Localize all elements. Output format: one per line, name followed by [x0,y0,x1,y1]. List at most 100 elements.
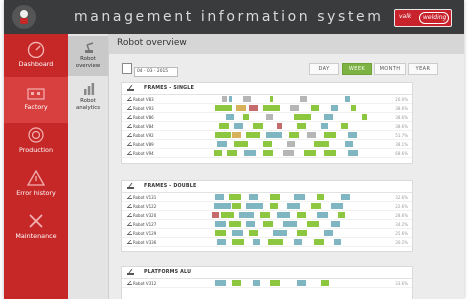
timeline-segment [239,212,255,218]
main-content: 04 - 03 - 2015 DAY WEEK MONTH YEAR FRAME… [109,54,464,299]
robot-row[interactable]: Robot V93 38.6% [122,104,412,113]
timeline-segment [324,150,337,156]
sidebar-item-maintenance[interactable]: Maintenance [4,206,68,252]
app-title: management information system [74,9,384,25]
period-day-button[interactable]: DAY [309,63,339,75]
panel-frames-single: FRAMES - SINGLE Robot V83 20.0% Robot V93 3… [121,82,413,164]
panel-frames-double: FRAMES - DOUBLE Robot V131 32.6% Robot V12… [121,180,413,252]
sidebar-item-dashboard[interactable]: Dashboard [4,34,68,80]
timeline-segment [249,105,258,111]
sidebar-item-production[interactable]: Production [4,120,68,166]
subnav-item-robot-analytics[interactable]: Robot analytics [68,78,108,118]
robot-row[interactable]: Robot V122 22.6% [122,202,412,211]
timeline-segment [331,221,340,227]
timeline-segment [222,96,228,102]
robot-row[interactable]: Robot V84 38.6% [122,122,412,131]
status-timeline [212,239,382,245]
timeline-segment [293,194,306,200]
timeline-segment [217,239,226,245]
robot-arm-icon [127,142,132,146]
status-timeline [212,194,382,200]
robot-row[interactable]: Robot V83 20.0% [122,95,412,104]
timeline-segment [249,230,258,236]
robot-row[interactable]: Robot V86 38.6% [122,113,412,122]
timeline-segment [324,132,337,138]
timeline-segment [246,132,260,138]
timeline-segment [232,132,241,138]
sidebar-item-factory[interactable]: Factory [4,77,68,123]
timeline-segment [331,203,343,209]
timeline-segment [246,221,255,227]
robot-row[interactable]: Robot V312 33.6% [122,279,412,288]
robot-arm-icon [127,133,132,137]
period-year-button[interactable]: YEAR [408,63,438,75]
timeline-segment [220,212,235,218]
timeline-segment [337,212,345,218]
timeline-segment [249,194,258,200]
sidebar-item-error-history[interactable]: Error history [4,163,68,209]
timeline-segment [344,96,350,102]
period-week-button[interactable]: WEEK [342,63,372,75]
robot-row[interactable]: Robot V336 30.2% [122,238,412,247]
robot-arm-icon [127,281,132,285]
timeline-segment [290,105,299,111]
panel-header: FRAMES - SINGLE [122,83,412,95]
timeline-segment [218,123,229,129]
timeline-segment [286,141,296,147]
robot-row[interactable]: Robot V320 28.6% [122,211,412,220]
robot-name: Robot V320 [133,212,157,218]
robot-row[interactable]: Robot V131 32.6% [122,193,412,202]
timeline-segment [232,280,241,286]
robot-name: Robot V86 [133,114,154,120]
app-logo-icon[interactable] [12,5,36,29]
robot-percentage: 38.1% [395,141,408,147]
timeline-segment [229,194,241,200]
status-timeline [212,280,382,286]
timeline-segment [235,105,246,111]
sidebar-label-dashboard: Dashboard [18,60,54,68]
status-timeline [212,96,382,102]
robot-row[interactable]: Robot V89 38.1% [122,140,412,149]
robot-name: Robot V131 [133,194,157,200]
date-picker[interactable]: 04 - 03 - 2015 [134,67,178,77]
timeline-segment [297,280,306,286]
robot-arm-icon [127,195,132,199]
timeline-segment [215,194,224,200]
robot-row[interactable]: Robot V127 34.2% [122,220,412,229]
timeline-segment [215,221,226,227]
robot-name: Robot V127 [133,221,157,227]
calendar-icon[interactable] [122,63,132,74]
timeline-segment [225,114,235,120]
timeline-segment [215,280,226,286]
timeline-segment [320,280,330,286]
timeline-segment [300,96,308,102]
top-bar: management information system valk weldi… [4,0,464,34]
status-timeline [212,212,382,218]
robot-row[interactable]: Robot V92 51.7% [122,131,412,140]
timeline-segment [252,123,263,129]
timeline-segment [244,150,257,156]
timeline-segment [314,141,330,147]
timeline-segment [215,230,226,236]
robot-row[interactable]: Robot V94 68.6% [122,149,412,158]
subnav-item-robot-overview[interactable]: Robot overview [68,36,108,76]
robot-arm-icon [127,240,132,244]
brand-right-pill: welding [419,12,449,24]
timeline-segment [266,132,282,138]
timeline-segment [297,123,306,129]
period-month-button[interactable]: MONTH [374,63,406,75]
wrench-icon [29,214,43,228]
robot-arm-icon [127,269,134,275]
timeline-segment [263,150,274,156]
robot-name: Robot V92 [133,132,154,138]
timeline-segment [269,203,279,209]
timeline-segment [246,203,263,209]
sidebar-label-error-history: Error history [16,189,56,197]
timeline-segment [276,123,282,129]
timeline-segment [252,239,260,245]
robot-percentage: 38.6% [395,105,408,111]
robot-name: Robot V312 [133,280,157,286]
robot-row[interactable]: Robot V129 25.6% [122,229,412,238]
robot-percentage: 68.6% [395,150,408,156]
status-timeline [212,105,382,111]
